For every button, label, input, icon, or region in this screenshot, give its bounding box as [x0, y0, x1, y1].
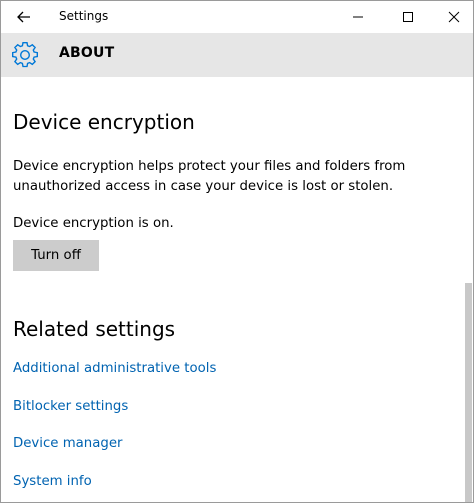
- maximize-button[interactable]: [385, 1, 431, 33]
- title-bar: Settings: [1, 1, 473, 33]
- back-button[interactable]: [1, 1, 47, 33]
- link-additional-admin-tools[interactable]: Additional administrative tools: [13, 361, 216, 376]
- page-header: ABOUT: [1, 33, 473, 77]
- page-title: ABOUT: [59, 45, 115, 61]
- back-arrow-icon: [17, 11, 30, 23]
- encryption-description: Device encryption helps protect your fil…: [13, 159, 406, 194]
- encryption-heading: Device encryption: [13, 110, 195, 134]
- related-settings-heading: Related settings: [13, 317, 176, 341]
- maximize-icon: [403, 12, 413, 22]
- encryption-status: Device encryption is on.: [13, 216, 174, 231]
- link-device-manager[interactable]: Device manager: [13, 436, 122, 451]
- content-area: Device encryption Device encryption help…: [1, 77, 473, 502]
- close-button[interactable]: [431, 1, 473, 33]
- link-system-info[interactable]: System info: [13, 474, 92, 489]
- settings-window: Settings ABOUT Device encryption Device …: [0, 0, 474, 503]
- link-bitlocker-settings[interactable]: Bitlocker settings: [13, 399, 128, 414]
- minimize-button[interactable]: [335, 1, 381, 33]
- scrollbar-thumb[interactable]: [465, 283, 472, 502]
- turn-off-button[interactable]: Turn off: [13, 240, 99, 271]
- gear-icon: [12, 42, 38, 68]
- window-title: Settings: [59, 9, 109, 23]
- close-icon: [448, 11, 460, 23]
- minimize-icon: [353, 16, 363, 18]
